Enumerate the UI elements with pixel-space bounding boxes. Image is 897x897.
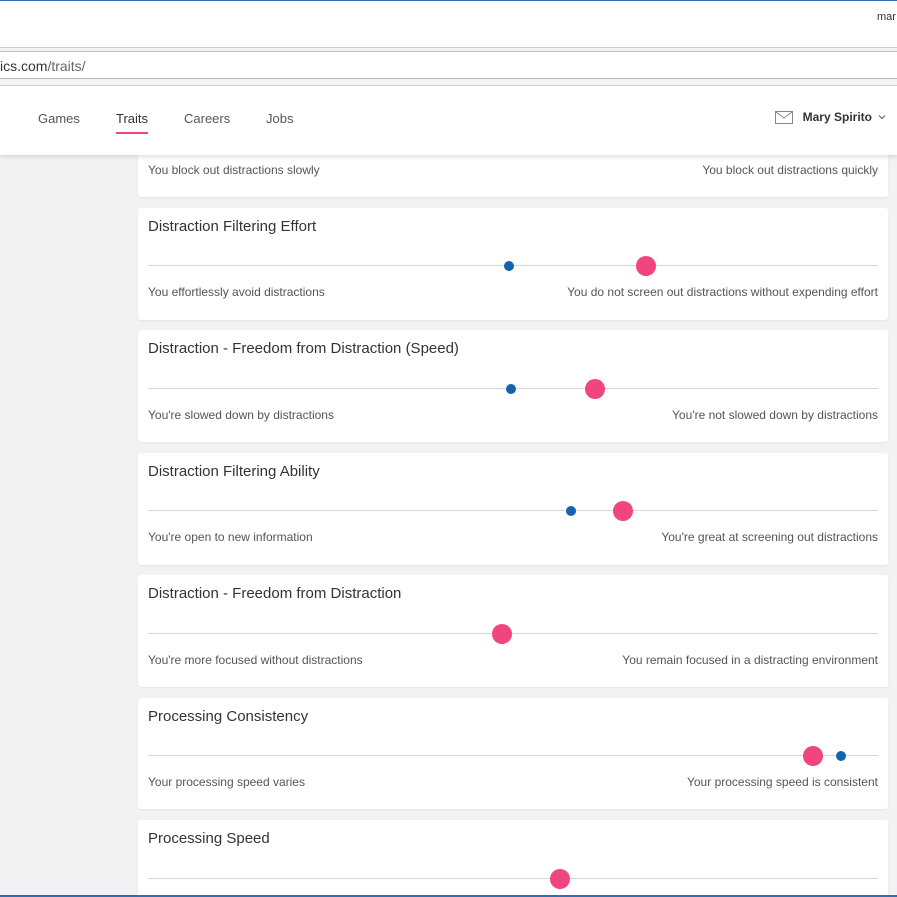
trait-right-label: You block out distractions quickly: [702, 163, 878, 177]
chevron-down-icon[interactable]: [877, 112, 887, 122]
reference-marker: [565, 506, 576, 516]
trait-card: Distraction - Freedom from Distraction Y…: [138, 575, 888, 687]
trait-slider-track: [148, 755, 878, 756]
trait-slider-track: [148, 510, 878, 511]
score-marker[interactable]: [492, 624, 513, 644]
trait-title: Distraction - Freedom from Distraction: [148, 585, 402, 602]
trait-title: Processing Consistency: [148, 708, 309, 725]
trait-right-label: You do not screen out distractions witho…: [567, 285, 878, 299]
score-marker[interactable]: [549, 869, 570, 889]
reference-marker: [505, 384, 516, 394]
nav-jobs-label: Jobs: [266, 111, 294, 126]
trait-card: Distraction - Freedom from Distraction (…: [138, 330, 888, 442]
trait-right-label: Your processing speed is consistent: [686, 775, 878, 789]
browser-user-label[interactable]: mar: [877, 11, 897, 23]
user-name[interactable]: Mary Spirito: [803, 110, 872, 124]
trait-right-label: You remain focused in a distracting envi…: [622, 653, 878, 667]
nav-games[interactable]: Games: [38, 111, 80, 126]
trait-right-label: You're not slowed down by distractions: [672, 408, 878, 422]
trait-right-label: You're great at screening out distractio…: [661, 530, 878, 544]
nav-careers[interactable]: Careers: [184, 111, 230, 126]
score-marker[interactable]: [613, 501, 634, 521]
mail-icon[interactable]: [774, 110, 793, 124]
nav-games-label: Games: [38, 111, 80, 126]
trait-slider-track: [148, 878, 878, 879]
reference-marker: [835, 751, 846, 761]
address-path: /traits/: [47, 58, 86, 74]
trait-card: Distraction Filtering Effort You effortl…: [138, 208, 888, 320]
nav-traits-label: Traits: [116, 111, 149, 126]
address-bar[interactable]: ics.com/traits/: [0, 51, 897, 79]
trait-card: Processing Consistency Your processing s…: [138, 698, 888, 809]
trait-title: Distraction - Freedom from Distraction (…: [148, 340, 459, 357]
app-header: Games Traits Careers Jobs Mary Spirito: [0, 86, 897, 155]
trait-card: Processing Speed: [138, 820, 888, 897]
trait-left-label: You block out distractions slowly: [148, 163, 320, 177]
nav-careers-label: Careers: [184, 111, 231, 126]
trait-left-label: You effortlessly avoid distractions: [148, 285, 325, 299]
score-marker[interactable]: [803, 746, 824, 766]
trait-title: Distraction Filtering Effort: [148, 218, 317, 235]
trait-left-label: Your processing speed varies: [148, 775, 305, 789]
trait-slider-track: [148, 633, 878, 634]
trait-title: Processing Speed: [148, 830, 270, 847]
trait-card: Distraction Filtering Ability You're ope…: [138, 453, 888, 565]
trait-left-label: You're open to new information: [148, 530, 313, 544]
trait-left-label: You're more focused without distractions: [148, 653, 363, 667]
reference-marker: [503, 261, 514, 271]
score-marker[interactable]: [584, 379, 605, 399]
score-marker[interactable]: [635, 256, 656, 276]
user-menu: Mary Spirito: [774, 110, 887, 124]
nav-traits[interactable]: Traits: [116, 111, 149, 134]
nav-jobs[interactable]: Jobs: [266, 111, 293, 126]
trait-left-label: You're slowed down by distractions: [148, 408, 334, 422]
address-text[interactable]: ics.com/traits/: [0, 58, 86, 74]
nav-active-underline: [116, 132, 149, 134]
browser-toolbar: mar: [0, 0, 897, 48]
address-host: ics.com: [0, 58, 48, 74]
trait-title: Distraction Filtering Ability: [148, 463, 320, 480]
